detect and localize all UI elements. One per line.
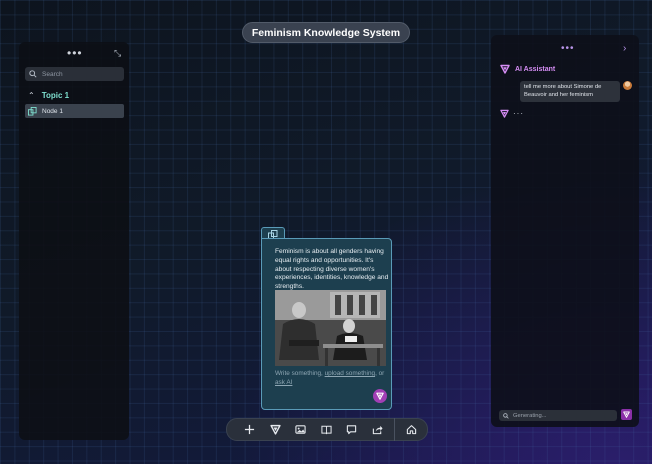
sidebar-panel: ••• ⤡ ⌃ Topic 1 Node 1 [19, 42, 129, 440]
chat-input-box[interactable] [499, 410, 617, 421]
ai-logo-icon [623, 411, 630, 418]
comment-icon [347, 425, 357, 435]
home-icon [407, 425, 417, 435]
avatar [623, 81, 632, 90]
hint-prefix: Write something, [275, 370, 325, 377]
node-label: Node 1 [42, 107, 63, 115]
app-title: Feminism Knowledge System [242, 22, 410, 43]
typing-indicator: ··· [513, 109, 524, 118]
sidebar-menu-icon[interactable]: ••• [67, 46, 83, 60]
comment-button[interactable] [339, 418, 365, 441]
home-button[interactable] [399, 418, 425, 441]
ai-logo-icon [376, 392, 384, 400]
user-message: tell me more about Simone de Beauvoir an… [520, 81, 620, 102]
toolbar-divider [394, 418, 395, 441]
topic-label: Topic 1 [41, 91, 70, 100]
assistant-message: ··· [500, 109, 524, 118]
assistant-header: AI Assistant [500, 64, 555, 74]
card-ai-button[interactable] [373, 389, 387, 403]
chevron-right-icon[interactable]: › [623, 43, 626, 54]
image-icon [295, 425, 306, 434]
ai-logo-icon [270, 424, 281, 435]
plus-icon [245, 424, 255, 435]
book-button[interactable] [314, 418, 340, 441]
sidebar-search[interactable] [25, 67, 124, 81]
card-hint: Write something, upload something, or as… [275, 370, 389, 388]
upload-link[interactable]: upload something [325, 370, 375, 377]
photo-icon [275, 290, 386, 366]
ai-logo-icon [500, 64, 510, 74]
image-button[interactable] [288, 418, 314, 441]
sidebar-topic[interactable]: ⌃ Topic 1 [28, 91, 69, 100]
node-icon [28, 106, 37, 116]
knowledge-card[interactable]: Feminism is about all genders having equ… [261, 238, 392, 410]
assistant-title: AI Assistant [515, 65, 556, 73]
book-icon [321, 425, 332, 435]
share-icon [372, 425, 383, 435]
card-text[interactable]: Feminism is about all genders having equ… [275, 248, 389, 292]
assistant-menu-icon[interactable]: ••• [561, 43, 575, 54]
bottom-toolbar [226, 418, 428, 441]
collapse-arrow-icon[interactable]: ⤡ [114, 48, 121, 59]
chat-input[interactable] [513, 412, 613, 419]
search-icon [503, 412, 509, 419]
add-button[interactable] [237, 418, 263, 441]
ai-logo-icon [500, 109, 509, 118]
chevron-up-icon[interactable]: ⌃ [28, 91, 35, 100]
hint-middle: , or [375, 370, 385, 377]
assistant-panel: ••• › AI Assistant tell me more about Si… [491, 35, 639, 427]
send-button[interactable] [621, 409, 632, 420]
ask-ai-link[interactable]: ask AI [275, 379, 292, 386]
share-button[interactable] [365, 418, 391, 441]
sidebar-node-item[interactable]: Node 1 [25, 104, 124, 118]
search-icon [29, 70, 37, 78]
ai-button[interactable] [263, 418, 289, 441]
search-input[interactable] [42, 70, 122, 78]
